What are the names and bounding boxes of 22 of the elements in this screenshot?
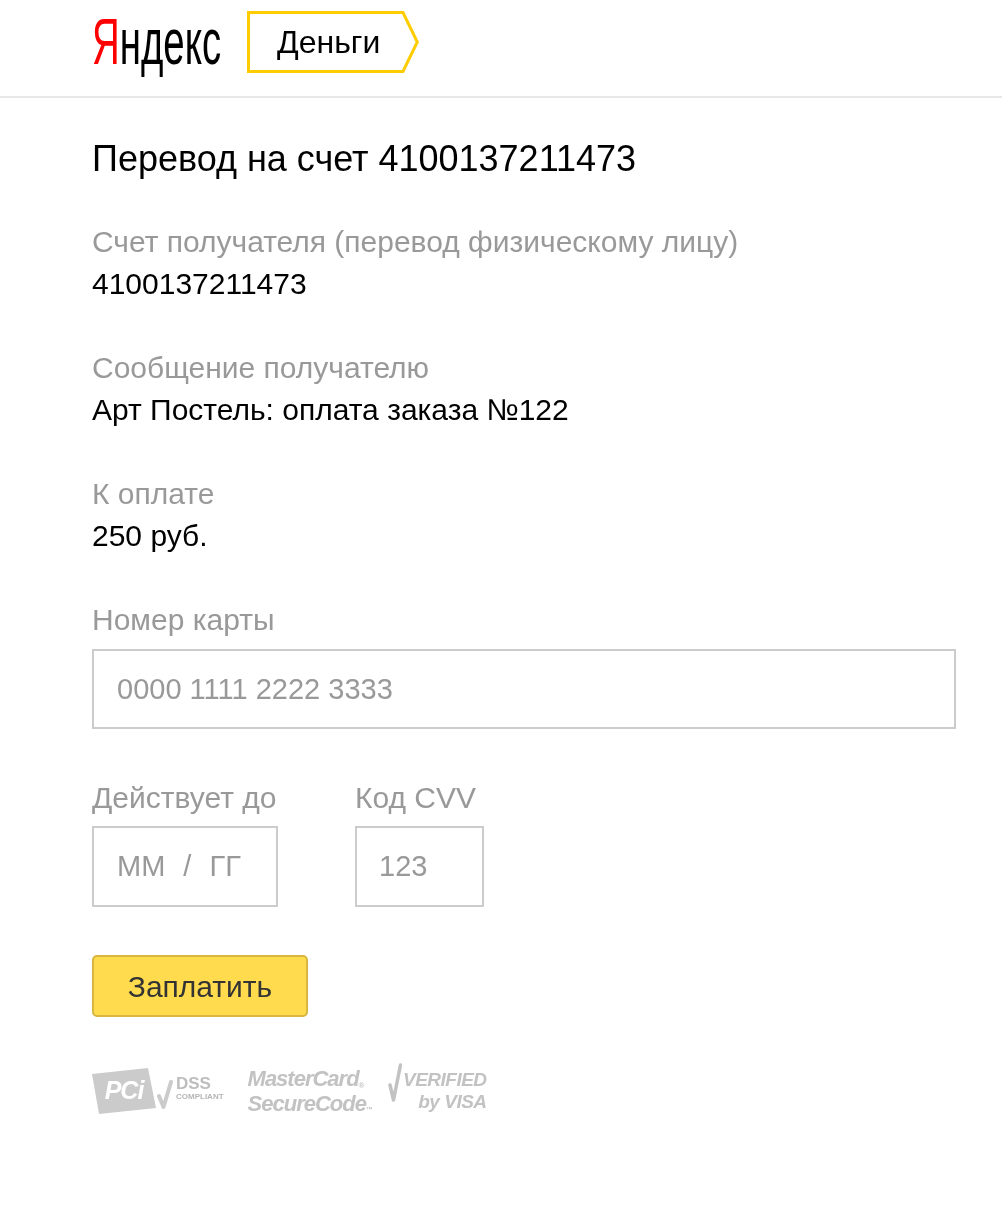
dss-text: DSS bbox=[176, 1075, 211, 1092]
detail-label: Сообщение получателю bbox=[92, 350, 430, 386]
pay-button[interactable]: Заплатить bbox=[92, 955, 308, 1017]
detail-label: Счет получателя (перевод физическому лицу) bbox=[92, 224, 739, 260]
cvv-field[interactable]: 123 bbox=[355, 826, 484, 907]
detail-value: Арт Постель: оплата заказа №122 bbox=[92, 392, 569, 428]
verified-text: VERIFIED bbox=[402, 1068, 487, 1091]
card-number-field[interactable]: 0000 1111 2222 3333 bbox=[92, 649, 956, 729]
checkmark-icon bbox=[387, 1062, 402, 1103]
field-label: Номер карты bbox=[92, 602, 275, 638]
page-title: Перевод на счет 4100137211473 bbox=[92, 138, 637, 180]
detail-label: К оплате bbox=[92, 476, 215, 512]
field-label: Действует до bbox=[92, 780, 277, 816]
detail-value: 250 руб. bbox=[92, 518, 208, 554]
detail-value: 4100137211473 bbox=[92, 266, 307, 302]
by-visa-text: by VISA bbox=[418, 1090, 487, 1113]
field-label: Код CVV bbox=[355, 780, 477, 816]
expiry-date-field[interactable]: ММ / ГГ bbox=[92, 826, 278, 907]
mastercard-wordmark: MasterCard$_{®}$ bbox=[247, 1065, 364, 1091]
money-service-link[interactable]: Деньги bbox=[247, 11, 419, 73]
checkmark-icon bbox=[157, 1079, 173, 1110]
compliant-text: COMPLIANT bbox=[176, 1092, 224, 1102]
